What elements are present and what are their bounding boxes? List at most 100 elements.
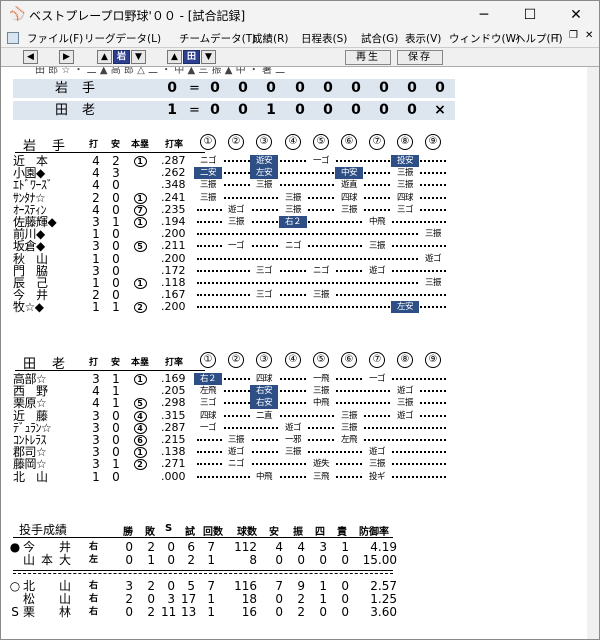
pitcher-so: 2: [297, 605, 305, 619]
menu-schedule[interactable]: 日程表(S): [301, 31, 347, 46]
pitcher-l: 1: [147, 553, 155, 567]
at-bats: 3: [92, 457, 100, 472]
at-bats: 4: [92, 202, 100, 217]
batter-name: ｵｰｽﾃｨﾝ: [13, 203, 47, 216]
hits: 0: [112, 190, 120, 205]
batting-average: .169: [161, 372, 186, 385]
batter-row[interactable]: 近 藤 3 0 4 .315 四球 二直 三振 遊ゴ: [5, 408, 585, 423]
linescore-total: 0: [167, 80, 177, 96]
batter-row[interactable]: 佐藤輝◆ 3 1 1.194 三振 右２ 中飛: [5, 216, 585, 228]
mdi-minimize-button[interactable]: ─: [553, 30, 559, 41]
batter-row[interactable]: 辰 己 1 0 1.118 三振: [5, 277, 585, 289]
batter-row[interactable]: ｴﾄﾞﾜｰｽﾞ 4 0 .348 三振 三振 遊直 三振: [5, 178, 585, 193]
menu-league-data[interactable]: リーグデータ(L): [84, 31, 161, 46]
menu-team-data[interactable]: チームデータ(T): [179, 31, 256, 46]
menu-game[interactable]: 試合(G): [361, 31, 398, 46]
batting-average: .298: [161, 396, 186, 410]
batter-row[interactable]: ｵｰｽﾃｨﾝ 4 0 7 .235 遊ゴ 三振 三振 三ゴ: [5, 202, 585, 217]
plate-appearance: 三振: [419, 277, 447, 289]
batter-row[interactable]: 栗原☆ 4 1 5 .298 三ゴ 右安 中飛 三振: [5, 396, 585, 410]
batter-row[interactable]: 坂倉◆ 3 0 5 .211 一ゴ ニゴ 三振: [5, 239, 585, 253]
batter-row[interactable]: ﾃﾞｭﾗﾝ☆ 3 0 4 .287 一ゴ 遊ゴ 三振: [5, 421, 585, 434]
batter-row[interactable]: 秋 山 1 0 .200 遊ゴ: [5, 252, 585, 265]
team1-down-button[interactable]: ▼: [131, 50, 146, 64]
team2-down-button[interactable]: ▼: [201, 50, 216, 64]
plate-appearance: 三振: [279, 446, 307, 459]
batter-row[interactable]: 西 野 4 1 .205 左飛 右安 三振 遊ゴ: [5, 385, 585, 398]
at-bats: 1: [92, 469, 100, 484]
play-button[interactable]: 再生: [345, 50, 391, 65]
menu-records[interactable]: 成績(R): [252, 31, 289, 46]
inning-header: ⑥: [341, 134, 357, 150]
batter-row[interactable]: 郡司☆ 3 0 1 .138 遊ゴ 三振 遊ゴ: [5, 445, 585, 460]
menu-file[interactable]: ファイル(F): [27, 31, 83, 46]
save-button[interactable]: 保存: [397, 50, 443, 65]
hr-header: 本塁: [131, 140, 150, 150]
team2-button[interactable]: 田: [183, 50, 200, 64]
plate-appearance: 遊直: [335, 179, 363, 192]
inning-header: ⑧: [397, 352, 413, 368]
document-icon[interactable]: [7, 32, 19, 44]
home-runs-circle: 4: [133, 410, 147, 422]
pitcher-row[interactable]: ● 今 井右 0 2 0 6 7 112 4 4 3 1 4.19: [5, 541, 585, 554]
inning-header: ③: [256, 134, 272, 150]
at-bats: 4: [92, 178, 100, 193]
menu-window[interactable]: ウィンドウ(W): [449, 31, 520, 46]
pitcher-row[interactable]: S栗 林右 0 2 11 13 1 16 0 2 0 0 3.60: [5, 606, 585, 619]
batter-row[interactable]: ｻﾝﾀﾅ☆ 2 0 1 .241 三振 三振 四球 四球: [5, 190, 585, 205]
pitching-header: 試: [185, 527, 195, 538]
batter-row[interactable]: 小園◆ 4 3 .262 二安 左安 中安 三振: [5, 167, 585, 180]
linescore-inning: 0: [379, 102, 389, 118]
plate-appearance: 左飛: [194, 385, 222, 398]
prev-arrow-button[interactable]: ◀: [23, 50, 38, 64]
pitching-header: 振: [293, 527, 303, 538]
inning-header: ⑦: [369, 134, 385, 150]
batter-row[interactable]: 北 山 1 0 .000 中飛 三飛 投ギ: [5, 469, 585, 484]
minimize-button[interactable]: ─: [461, 1, 507, 29]
hr-header: 本塁: [131, 358, 150, 368]
batter-name: 高部☆: [13, 373, 47, 385]
next-arrow-button[interactable]: ▶: [59, 50, 74, 64]
menu-view[interactable]: 表示(V): [405, 31, 441, 46]
batter-row[interactable]: 前川◆ 1 0 .200 三振: [5, 228, 585, 241]
batter-row[interactable]: 近 本 4 2 1 .287 ニゴ 遊安 一ゴ 投安: [5, 155, 585, 167]
batter-row[interactable]: 門 脇 3 0 .172 三ゴ ニゴ 遊ゴ: [5, 264, 585, 277]
mdi-restore-button[interactable]: ❐: [569, 30, 578, 41]
linescore-inning: 0: [238, 102, 248, 118]
vertical-scrollbar[interactable]: [587, 67, 599, 639]
pitcher-h: 0: [275, 553, 283, 567]
plate-appearance: 遊ゴ: [391, 385, 419, 398]
avg-header: 打率: [165, 140, 184, 150]
pitcher-row[interactable]: ○ 北 山右 3 2 0 5 7 116 7 9 1 0 2.57: [5, 580, 585, 593]
home-runs: [133, 265, 147, 277]
title-bar[interactable]: ⚾ ベストプレープロ野球'００ - [試合記録] ─ ☐ ✕: [1, 1, 599, 29]
maximize-button[interactable]: ☐: [507, 1, 553, 29]
close-button[interactable]: ✕: [553, 1, 599, 29]
batter-row[interactable]: 牧☆◆ 1 1 2 .200 左安: [5, 301, 585, 314]
linescore-inning: 0: [407, 80, 417, 96]
pitching-header: S: [165, 523, 173, 534]
plate-appearance: 四球: [250, 373, 278, 385]
batting-average: .211: [161, 239, 186, 253]
team1-up-button[interactable]: ▲: [97, 50, 112, 64]
team2-up-button[interactable]: ▲: [167, 50, 182, 64]
batter-row[interactable]: 今 井 2 0 .167 三ゴ 三振: [5, 289, 585, 302]
pitcher-row[interactable]: 山本大左 0 1 0 2 1 8 0 0 0 0 15.00: [5, 554, 585, 567]
team1-button[interactable]: 岩: [113, 50, 130, 64]
pitcher-era: 3.60: [370, 605, 397, 619]
batter-name: 近 藤: [13, 409, 48, 422]
inning-header: ②: [228, 134, 244, 150]
batter-row[interactable]: 高部☆ 3 1 1.169 右２ 四球 一飛 一ゴ: [5, 373, 585, 385]
at-bats: 3: [92, 408, 100, 423]
mdi-close-button[interactable]: ✕: [585, 30, 593, 41]
plate-appearance: 投安: [391, 155, 419, 167]
batting-average: .118: [161, 276, 186, 289]
at-bats: 3: [92, 445, 100, 460]
plate-appearance: 遊ゴ: [222, 446, 250, 459]
batter-row[interactable]: ｺﾝﾄﾚﾗｽ 3 0 6 .215 三振 一邪 左飛: [5, 434, 585, 446]
pitcher-row[interactable]: 松 山右 2 0 3 17 1 18 0 2 1 0 1.25: [5, 593, 585, 606]
hits: 2: [112, 154, 120, 168]
home-runs: [133, 179, 147, 191]
batter-row[interactable]: 藤岡☆ 3 1 2 .271 ニゴ 遊失 三振: [5, 457, 585, 472]
pitcher-so: 0: [297, 553, 305, 567]
